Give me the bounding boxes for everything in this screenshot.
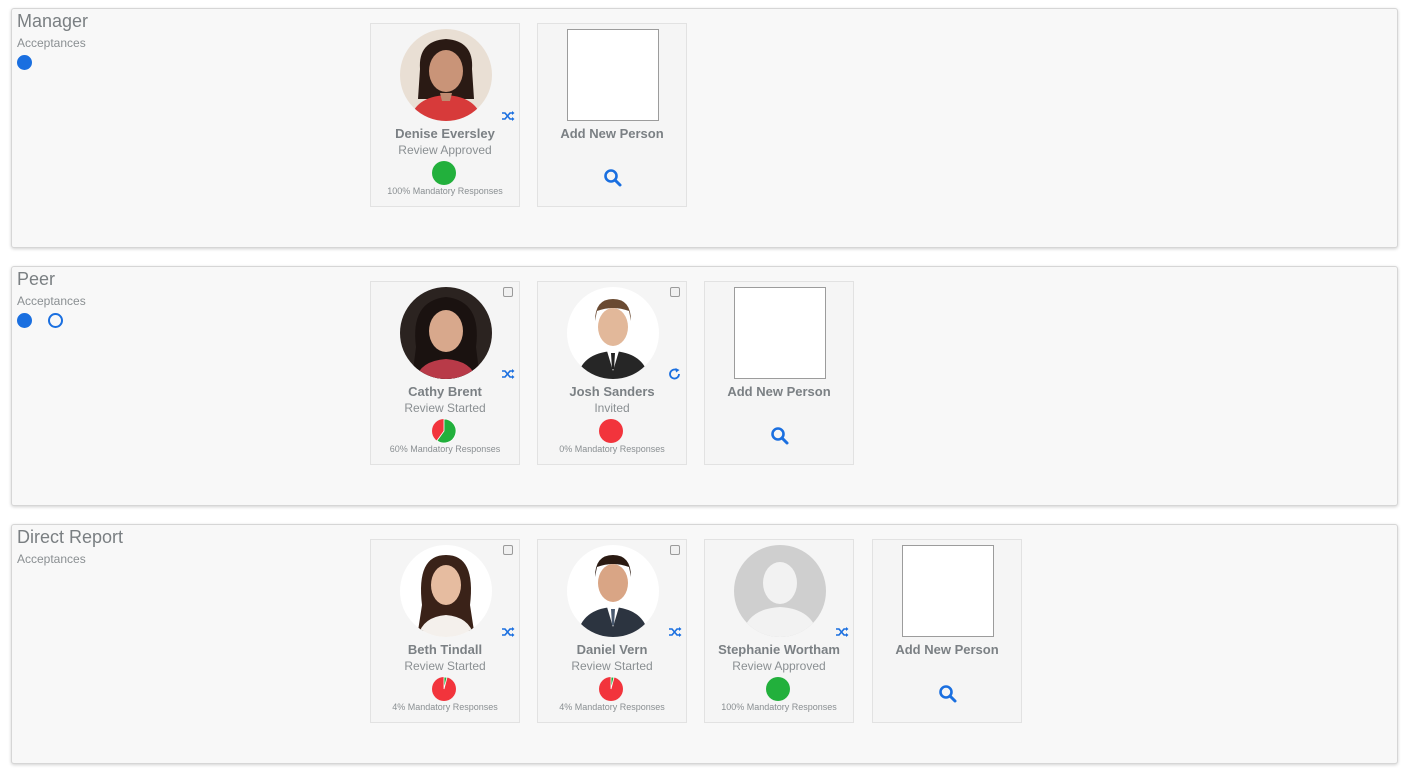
person-name: Josh Sanders [569, 384, 655, 399]
section-manager: Manager Acceptances Denise Eversley Revi… [11, 8, 1398, 248]
person-status: Review Started [404, 401, 486, 415]
search-icon[interactable] [770, 426, 790, 446]
acceptance-dot-filled [17, 55, 32, 70]
avatar [400, 545, 492, 637]
person-status: Review Started [571, 659, 653, 673]
shuffle-icon[interactable] [501, 626, 515, 638]
shuffle-icon[interactable] [668, 626, 682, 638]
shuffle-icon[interactable] [501, 368, 515, 380]
acceptance-dot-filled [17, 313, 32, 328]
person-status: Review Started [404, 659, 486, 673]
person-card-beth-tindall[interactable]: Beth Tindall Review Started 4% Mandatory… [370, 539, 520, 723]
person-card-stephanie-wortham[interactable]: Stephanie Wortham Review Approved 100% M… [704, 539, 854, 723]
avatar [567, 287, 659, 379]
progress-pie [765, 676, 791, 702]
person-status: Review Approved [398, 143, 492, 157]
acceptance-indicators [17, 313, 63, 328]
empty-avatar-box [567, 29, 659, 121]
mandatory-responses: 0% Mandatory Responses [559, 444, 665, 454]
refresh-icon[interactable] [668, 368, 682, 380]
person-card-cathy-brent[interactable]: Cathy Brent Review Started 60% Mandatory… [370, 281, 520, 465]
pie-complete [432, 161, 456, 185]
progress-pie [431, 676, 457, 702]
acceptances-label: Acceptances [17, 36, 86, 50]
pie-complete [766, 677, 790, 701]
select-checkbox[interactable] [670, 545, 680, 555]
progress-pie [431, 418, 457, 444]
add-new-person-card[interactable]: Add New Person [537, 23, 687, 207]
section-title: Direct Report [17, 527, 124, 547]
search-icon[interactable] [938, 684, 958, 704]
select-checkbox[interactable] [670, 287, 680, 297]
add-new-person-card[interactable]: Add New Person [704, 281, 854, 465]
person-name: Daniel Vern [576, 642, 648, 657]
acceptance-dot-empty [48, 313, 63, 328]
person-name: Cathy Brent [408, 384, 482, 399]
person-name: Stephanie Wortham [718, 642, 840, 657]
mandatory-responses: 4% Mandatory Responses [559, 702, 665, 712]
acceptance-indicators [17, 55, 32, 70]
avatar [567, 545, 659, 637]
search-icon[interactable] [603, 168, 623, 188]
mandatory-responses: 60% Mandatory Responses [389, 444, 501, 454]
progress-pie [598, 418, 624, 444]
avatar [400, 29, 492, 121]
avatar [400, 287, 492, 379]
mandatory-responses: 100% Mandatory Responses [387, 186, 503, 196]
shuffle-icon[interactable] [835, 626, 849, 638]
shuffle-icon[interactable] [501, 110, 515, 122]
pie-remaining [599, 419, 623, 443]
add-new-person-card[interactable]: Add New Person [872, 539, 1022, 723]
add-new-person-label: Add New Person [727, 384, 831, 399]
section-title: Peer [17, 269, 56, 289]
person-name: Denise Eversley [395, 126, 495, 141]
person-card-denise-eversley[interactable]: Denise Eversley Review Approved 100% Man… [370, 23, 520, 207]
progress-pie [431, 160, 457, 186]
progress-pie [598, 676, 624, 702]
mandatory-responses: 4% Mandatory Responses [392, 702, 498, 712]
empty-avatar-box [902, 545, 994, 637]
empty-avatar-box [734, 287, 826, 379]
section-title: Manager [17, 11, 89, 31]
person-status: Review Approved [732, 659, 826, 673]
mandatory-responses: 100% Mandatory Responses [721, 702, 837, 712]
person-status: Invited [594, 401, 630, 415]
acceptances-label: Acceptances [17, 294, 86, 308]
acceptances-label: Acceptances [17, 552, 86, 566]
person-card-josh-sanders[interactable]: Josh Sanders Invited 0% Mandatory Respon… [537, 281, 687, 465]
section-direct-report: Direct Report Acceptances Beth Tindall R… [11, 524, 1398, 764]
person-card-daniel-vern[interactable]: Daniel Vern Review Started 4% Mandatory … [537, 539, 687, 723]
select-checkbox[interactable] [503, 287, 513, 297]
section-peer: Peer Acceptances Cathy Brent Review Star… [11, 266, 1398, 506]
add-new-person-label: Add New Person [895, 642, 999, 657]
person-name: Beth Tindall [407, 642, 483, 657]
add-new-person-label: Add New Person [560, 126, 664, 141]
select-checkbox[interactable] [503, 545, 513, 555]
avatar-placeholder [734, 545, 826, 637]
